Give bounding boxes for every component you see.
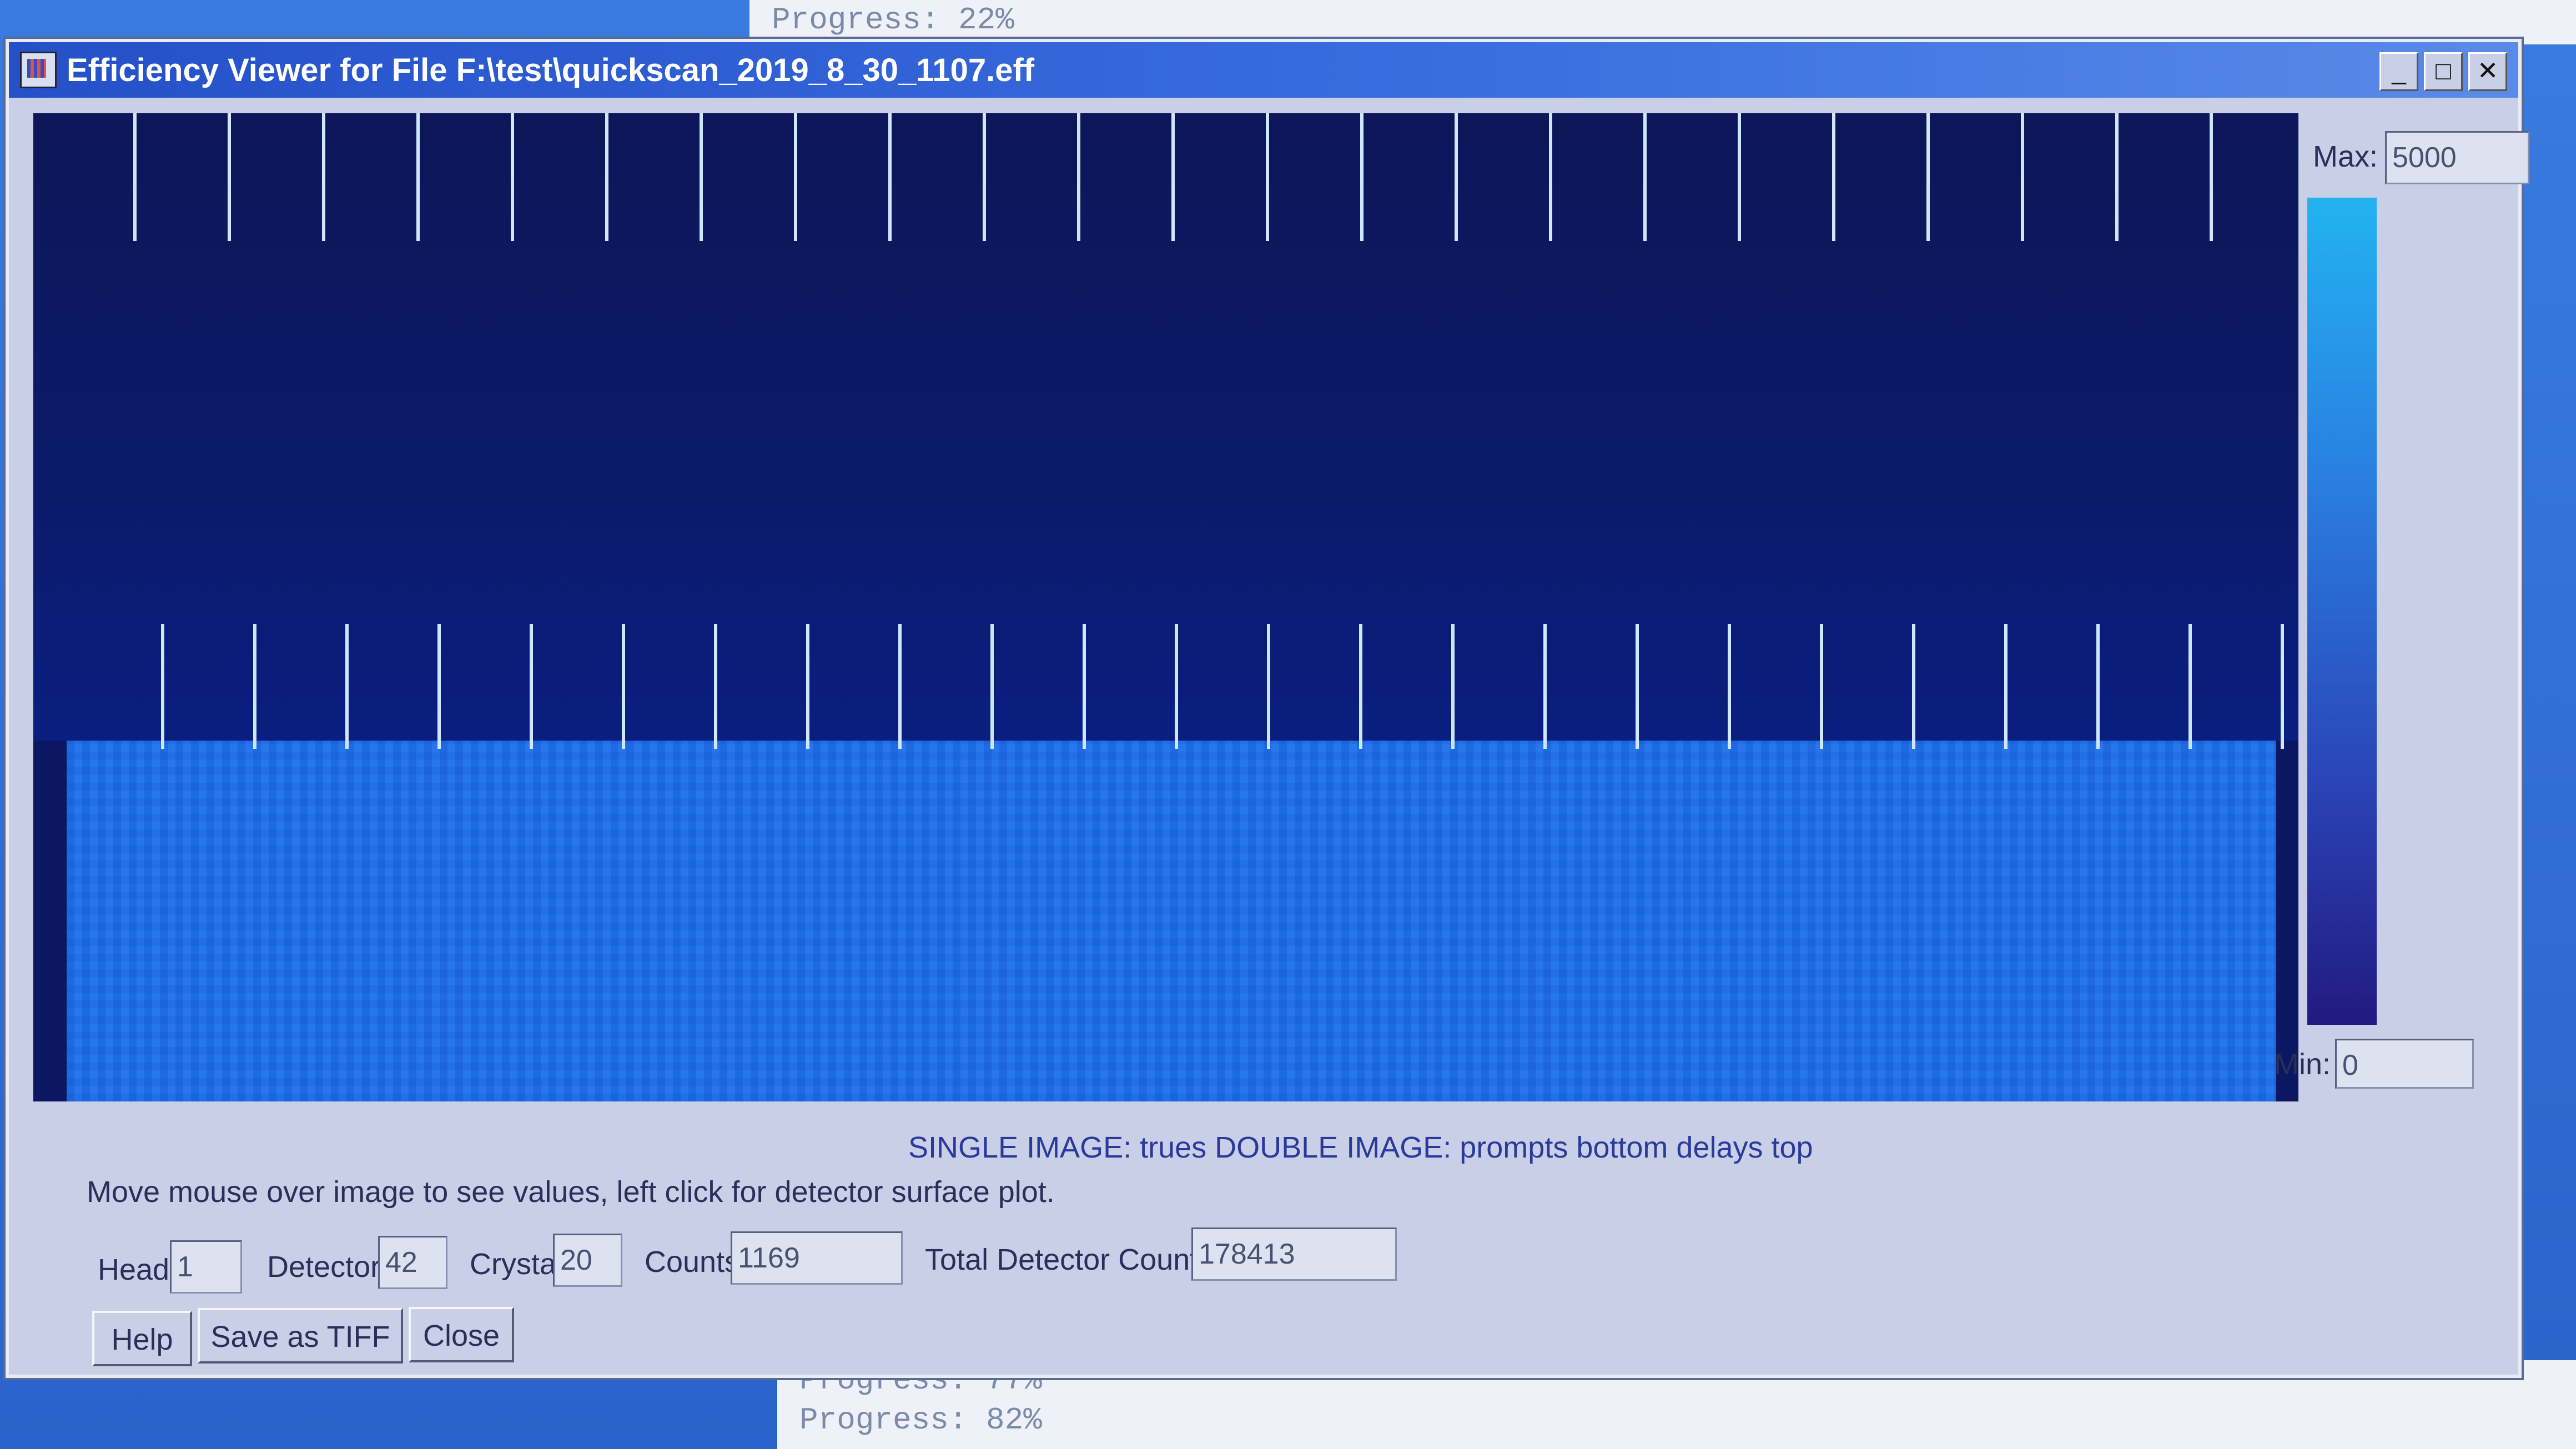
maximize-button[interactable]: □ [2424, 52, 2463, 91]
detector-boundary-tick [700, 113, 703, 241]
min-label: Min: [2274, 1048, 2331, 1081]
detector-boundary-tick [161, 624, 164, 749]
detector-boundary-tick [806, 624, 809, 749]
instruction-text: Move mouse over image to see values, lef… [87, 1175, 1055, 1209]
detector-boundary-tick [794, 113, 797, 241]
close-button[interactable]: Close [409, 1307, 514, 1362]
title-bar[interactable]: Efficiency Viewer for File F:\test\quick… [9, 42, 2518, 98]
total-counts-label: Total Detector Counts [925, 1243, 1214, 1276]
detector-boundary-tick [437, 624, 441, 749]
detector-boundary-tick [322, 113, 325, 241]
head-field[interactable]: 1 [170, 1240, 242, 1294]
detector-boundary-tick [714, 624, 717, 749]
prompts-image-bottom[interactable] [67, 741, 2276, 1101]
counts-label: Counts [645, 1245, 740, 1279]
detector-boundary-tick [1077, 113, 1080, 241]
detector-boundary-tick [1451, 624, 1455, 749]
total-counts-field[interactable]: 178413 [1191, 1227, 1397, 1281]
detector-boundary-tick [1083, 624, 1086, 749]
max-input[interactable]: 5000 [2385, 131, 2529, 184]
detector-boundary-tick [1266, 113, 1269, 241]
detector-boundary-tick [990, 624, 994, 749]
detector-boundary-tick [1728, 624, 1731, 749]
detector-boundary-tick [1832, 113, 1835, 241]
detector-boundary-tick [228, 113, 231, 241]
detector-boundary-tick [2188, 624, 2192, 749]
detector-boundary-tick [253, 624, 256, 749]
detector-boundary-tick [605, 113, 608, 241]
counts-field[interactable]: 1169 [731, 1231, 903, 1285]
detector-boundary-tick [1549, 113, 1552, 241]
detector-boundary-tick [2021, 113, 2024, 241]
detector-boundary-tick [1543, 624, 1547, 749]
min-input[interactable]: 0 [2335, 1039, 2474, 1089]
detector-boundary-tick [511, 113, 514, 241]
efficiency-image[interactable] [33, 113, 2298, 1101]
detector-boundary-tick [1455, 113, 1458, 241]
detector-boundary-tick [983, 113, 986, 241]
color-scale-bar [2307, 198, 2377, 1025]
detector-boundary-tick [1820, 624, 1823, 749]
detector-boundary-tick [898, 624, 902, 749]
minimize-button[interactable]: _ [2379, 52, 2418, 91]
detector-boundary-tick [1636, 624, 1639, 749]
detector-boundary-tick [888, 113, 892, 241]
detector-boundary-tick [1643, 113, 1647, 241]
detector-boundary-tick [1267, 624, 1270, 749]
window-controls: _ □ ✕ [2379, 52, 2507, 91]
detector-boundary-tick [622, 624, 625, 749]
detector-boundary-tick [2281, 624, 2284, 749]
console-line: Progress: 82% [799, 1402, 1042, 1438]
crystal-field[interactable]: 20 [553, 1234, 622, 1287]
detector-boundary-tick [2096, 624, 2100, 749]
save-tiff-button[interactable]: Save as TIFF [198, 1308, 403, 1364]
app-icon[interactable] [20, 52, 57, 88]
console-line: Progress: 22% [772, 2, 1014, 38]
image-caption: SINGLE IMAGE: trues DOUBLE IMAGE: prompt… [908, 1131, 1813, 1164]
detector-boundary-tick [530, 624, 533, 749]
detector-boundary-tick [2115, 113, 2119, 241]
detector-boundary-tick [1360, 113, 1364, 241]
window-title: Efficiency Viewer for File F:\test\quick… [67, 52, 1035, 88]
efficiency-viewer-window: Efficiency Viewer for File F:\test\quick… [6, 39, 2529, 1378]
detector-boundary-tick [2004, 624, 2008, 749]
detector-boundary-tick [345, 624, 349, 749]
detector-boundary-tick [1175, 624, 1178, 749]
help-button[interactable]: Help [92, 1311, 192, 1366]
background-console-top: Progress: 22% [749, 0, 2576, 44]
close-window-button[interactable]: ✕ [2468, 52, 2507, 91]
detector-boundary-tick [1912, 624, 1915, 749]
detector-label: Detector [267, 1250, 381, 1284]
detector-field[interactable]: 42 [378, 1236, 447, 1289]
detector-boundary-tick [2210, 113, 2213, 241]
max-label: Max: [2313, 140, 2378, 173]
head-label: Head [98, 1253, 170, 1286]
crystal-label: Crystal [470, 1247, 564, 1281]
detector-boundary-tick [133, 113, 137, 241]
delays-image-top[interactable] [33, 113, 2298, 741]
detector-boundary-tick [1738, 113, 1741, 241]
detector-boundary-tick [1926, 113, 1930, 241]
detector-boundary-tick [1359, 624, 1362, 749]
detector-boundary-tick [416, 113, 420, 241]
detector-boundary-tick [1171, 113, 1175, 241]
